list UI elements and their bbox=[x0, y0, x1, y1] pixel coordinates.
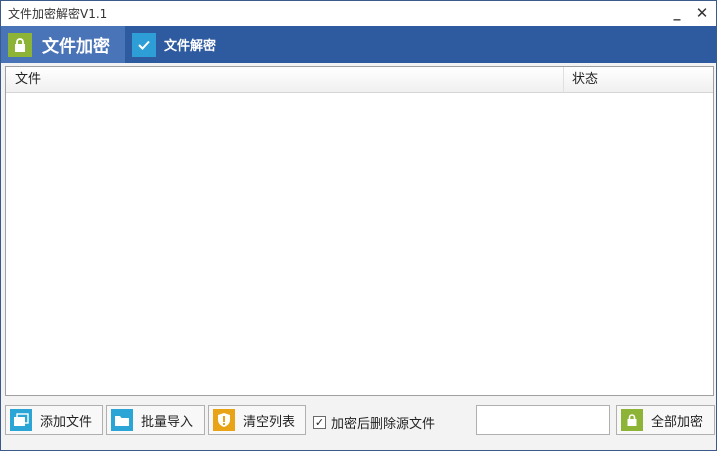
lock-icon bbox=[8, 32, 32, 57]
tab-encrypt-label: 文件加密 bbox=[42, 37, 110, 57]
close-button[interactable]: ✕ bbox=[691, 3, 713, 23]
tab-decrypt-label: 文件解密 bbox=[164, 39, 217, 54]
app-window: 文件加密解密V1.1 _ ✕ 文件加密 文件解密 文件 状态 添加文件 批量导入… bbox=[0, 0, 717, 451]
window-title: 文件加密解密V1.1 bbox=[8, 7, 108, 21]
file-list-header: 文件 状态 bbox=[6, 67, 713, 93]
check-icon bbox=[132, 32, 156, 57]
delete-source-label: 加密后删除源文件 bbox=[331, 417, 436, 432]
encrypt-all-button[interactable]: 全部加密 bbox=[616, 405, 715, 435]
batch-import-button[interactable]: 批量导入 bbox=[106, 405, 205, 435]
warning-shield-icon bbox=[213, 409, 235, 431]
clear-list-label: 清空列表 bbox=[243, 414, 296, 430]
tab-decrypt[interactable]: 文件解密 bbox=[125, 26, 235, 63]
clear-list-button[interactable]: 清空列表 bbox=[208, 405, 306, 435]
password-input[interactable] bbox=[476, 405, 610, 435]
minimize-button[interactable]: _ bbox=[666, 3, 688, 23]
tab-encrypt[interactable]: 文件加密 bbox=[1, 26, 125, 63]
file-list[interactable]: 文件 状态 bbox=[5, 66, 714, 396]
title-bar: 文件加密解密V1.1 _ ✕ bbox=[1, 1, 716, 26]
column-header-status[interactable]: 状态 bbox=[564, 67, 713, 93]
folder-files-icon bbox=[10, 409, 32, 431]
batch-import-label: 批量导入 bbox=[141, 414, 194, 430]
delete-source-checkbox[interactable]: ✓ 加密后删除源文件 bbox=[313, 413, 435, 432]
add-files-label: 添加文件 bbox=[40, 414, 93, 430]
checkbox-box[interactable]: ✓ bbox=[313, 416, 326, 429]
tab-bar: 文件加密 文件解密 bbox=[1, 26, 716, 63]
encrypt-all-label: 全部加密 bbox=[651, 414, 704, 430]
lock-icon bbox=[621, 409, 643, 431]
folder-icon bbox=[111, 409, 133, 431]
column-header-file[interactable]: 文件 bbox=[6, 67, 564, 93]
add-files-button[interactable]: 添加文件 bbox=[5, 405, 103, 435]
